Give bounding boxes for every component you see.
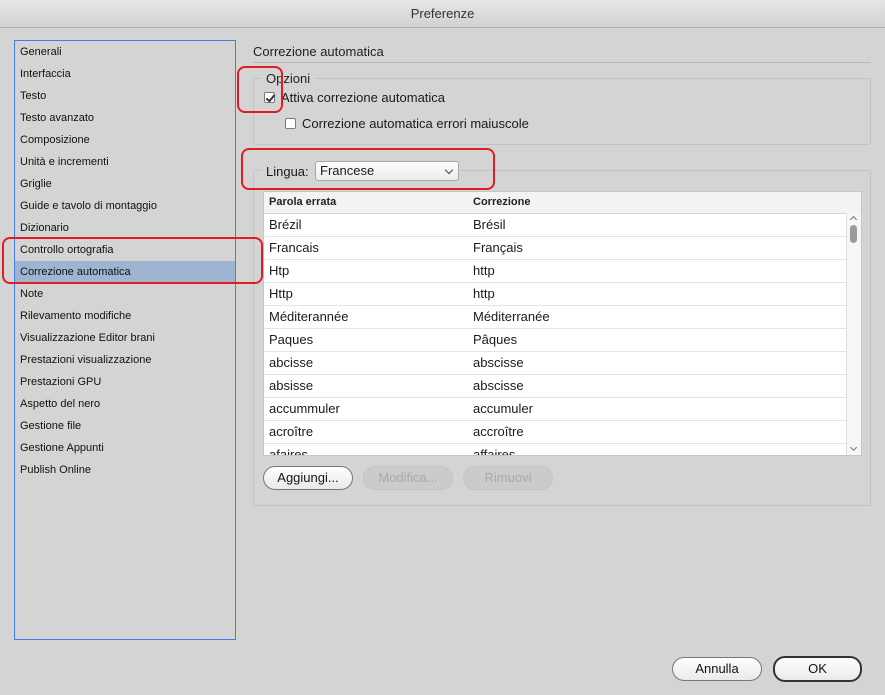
cancel-button[interactable]: Annulla [672,657,762,681]
options-group [253,78,871,145]
correction-cell: http [473,263,495,278]
autocorrect-table: Parola errata Correzione Brézil Brésil Fra… [263,191,862,456]
sidebar-item[interactable]: Prestazioni GPU [15,371,235,393]
misspelled-word-cell: Méditerannée [269,309,349,324]
table-row[interactable]: Htp http [264,260,861,283]
scroll-down-arrow-icon[interactable] [849,443,858,452]
sidebar-item[interactable]: Generali [15,41,235,63]
sidebar-item[interactable]: Composizione [15,129,235,151]
misspelled-word-cell: Brézil [269,217,302,232]
add-button[interactable]: Aggiungi... [263,466,353,490]
autocorrect-enable-label: Attiva correzione automatica [281,90,446,105]
sidebar-item[interactable]: Visualizzazione Editor brani [15,327,235,349]
autocorrect-enable-checkbox[interactable] [264,92,275,103]
ok-button[interactable]: OK [773,656,862,682]
sidebar-item[interactable]: Guide e tavolo di montaggio [15,195,235,217]
sidebar-item[interactable]: Dizionario [15,217,235,239]
correction-cell: abscisse [473,378,524,393]
correction-cell: Pâques [473,332,518,347]
misspelled-word-cell: acroître [269,424,314,439]
misspelled-word-cell: absisse [269,378,314,393]
language-select-value: Francese [320,163,375,178]
language-select[interactable]: Francese [315,161,459,181]
section-title: Correzione automatica [253,44,384,59]
table-row[interactable]: Brézil Brésil [264,214,861,237]
misspelled-word-cell: Htp [269,263,290,278]
correction-cell: affaires [473,447,516,456]
table-row[interactable]: Http http [264,283,861,306]
edit-button[interactable]: Modifica... [363,466,453,490]
chevron-down-icon [444,165,454,175]
table-row[interactable]: Francais Français [264,237,861,260]
scroll-up-arrow-icon[interactable] [849,215,858,224]
sidebar-item[interactable]: Aspetto del nero [15,393,235,415]
table-row[interactable]: accummuler accumuler [264,398,861,421]
autocorrect-caps-row[interactable]: Correzione automatica errori maiuscole [285,116,529,131]
correction-cell: abscisse [473,355,524,370]
language-label: Lingua: [262,163,313,181]
misspelled-word-cell: afaires [269,447,309,456]
sidebar-item[interactable]: Testo avanzato [15,107,235,129]
section-divider [253,62,871,63]
table-scrollbar[interactable] [846,213,861,455]
sidebar-item[interactable]: Rilevamento modifiche [15,305,235,327]
window-title: Preferenze [0,0,885,28]
correction-cell: Méditerranée [473,309,550,324]
sidebar-item[interactable]: Publish Online [15,459,235,481]
sidebar-item[interactable]: Prestazioni visualizzazione [15,349,235,371]
table-row[interactable]: absisse abscisse [264,375,861,398]
sidebar-item[interactable]: Griglie [15,173,235,195]
correction-cell: accumuler [473,401,533,416]
column-header-misspelled[interactable]: Parola errata [269,192,336,213]
preferences-sidebar: Generali Interfaccia Testo Testo avanzato Co… [14,40,236,640]
sidebar-item[interactable]: Unità e incrementi [15,151,235,173]
misspelled-word-cell: Paques [269,332,314,347]
correction-cell: Brésil [473,217,506,232]
table-row[interactable]: afaires affaires [264,444,861,456]
misspelled-word-cell: abcisse [269,355,314,370]
misspelled-word-cell: Francais [269,240,319,255]
sidebar-item[interactable]: Testo [15,85,235,107]
correction-cell: http [473,286,495,301]
autocorrect-caps-checkbox[interactable] [285,118,296,129]
sidebar-item[interactable]: Correzione automatica [15,261,235,283]
remove-button[interactable]: Rimuovi [463,466,553,490]
scroll-thumb[interactable] [850,225,857,243]
sidebar-item[interactable]: Gestione file [15,415,235,437]
table-body: Brézil Brésil Francais Français Htp http Http h… [264,214,861,456]
autocorrect-enable-row[interactable]: Attiva correzione automatica [264,90,445,105]
options-legend: Opzioni [262,71,315,86]
sidebar-item[interactable]: Controllo ortografia [15,239,235,261]
sidebar-item[interactable]: Interfaccia [15,63,235,85]
table-row[interactable]: Méditerannée Méditerranée [264,306,861,329]
column-header-correction[interactable]: Correzione [473,192,530,213]
sidebar-item[interactable]: Gestione Appunti [15,437,235,459]
sidebar-item[interactable]: Note [15,283,235,305]
misspelled-word-cell: accummuler [269,401,340,416]
table-row[interactable]: acroître accroître [264,421,861,444]
table-header: Parola errata Correzione [264,192,861,214]
autocorrect-caps-label: Correzione automatica errori maiuscole [302,116,529,131]
misspelled-word-cell: Http [269,286,293,301]
sidebar-list: Generali Interfaccia Testo Testo avanzato Co… [15,41,235,481]
correction-cell: accroître [473,424,524,439]
table-row[interactable]: Paques Pâques [264,329,861,352]
table-row[interactable]: abcisse abscisse [264,352,861,375]
correction-cell: Français [473,240,523,255]
